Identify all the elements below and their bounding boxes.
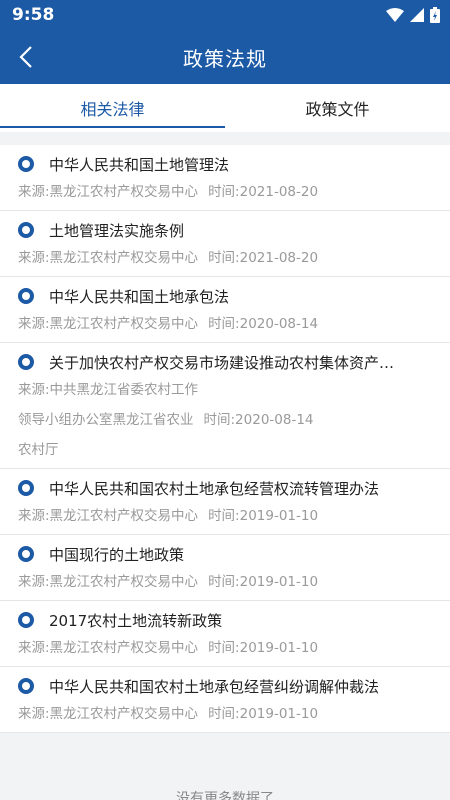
app-bar: 政策法规 (0, 30, 450, 84)
item-meta: 来源:黑龙江农村产权交易中心 时间:2019-01-10 (0, 704, 450, 724)
item-source-line: 领导小组办公室黑龙江省农业 (18, 412, 194, 428)
item-title: 中华人民共和国土地承包法 (49, 287, 230, 306)
item-source-line: 农村厅 (18, 442, 59, 458)
page-title: 政策法规 (183, 47, 267, 71)
bullet-icon (18, 612, 34, 628)
bullet-icon (18, 480, 34, 496)
item-time: 时间:2020-08-14 (208, 316, 319, 332)
bullet-icon (18, 354, 34, 370)
battery-icon (430, 7, 440, 23)
item-time: 时间:2019-01-10 (208, 508, 319, 524)
policy-list: 中华人民共和国土地管理法 来源:黑龙江农村产权交易中心 时间:2021-08-20… (0, 145, 450, 733)
tab-policy-documents[interactable]: 政策文件 (225, 84, 450, 132)
item-meta: 来源:中共黑龙江省委农村工作 (0, 380, 450, 400)
bullet-icon (18, 222, 34, 238)
item-source: 来源:黑龙江农村产权交易中心 (18, 184, 199, 200)
item-time: 时间:2021-08-20 (208, 250, 319, 266)
status-time: 9:58 (12, 5, 55, 25)
wifi-icon (386, 8, 404, 22)
signal-icon (410, 8, 424, 22)
item-meta: 领导小组办公室黑龙江省农业 时间:2020-08-14 (0, 410, 450, 430)
status-bar: 9:58 (0, 0, 450, 30)
bullet-icon (18, 546, 34, 562)
list-item[interactable]: 2017农村土地流转新政策 来源:黑龙江农村产权交易中心 时间:2019-01-1… (0, 601, 450, 667)
list-item[interactable]: 土地管理法实施条例 来源:黑龙江农村产权交易中心 时间:2021-08-20 (0, 211, 450, 277)
item-title: 中国现行的土地政策 (49, 545, 185, 564)
item-meta: 来源:黑龙江农村产权交易中心 时间:2021-08-20 (0, 182, 450, 202)
status-icons (386, 6, 440, 24)
item-source: 来源:黑龙江农村产权交易中心 (18, 640, 199, 656)
item-meta: 来源:黑龙江农村产权交易中心 时间:2019-01-10 (0, 638, 450, 658)
item-time: 时间:2019-01-10 (208, 706, 319, 722)
item-source: 来源:黑龙江农村产权交易中心 (18, 508, 199, 524)
item-source-line: 来源:中共黑龙江省委农村工作 (18, 382, 199, 398)
bullet-icon (18, 288, 34, 304)
item-time: 时间:2019-01-10 (208, 574, 319, 590)
list-item[interactable]: 中华人民共和国农村土地承包经营纠纷调解仲裁法 来源:黑龙江农村产权交易中心 时间:… (0, 667, 450, 733)
item-meta: 来源:黑龙江农村产权交易中心 时间:2019-01-10 (0, 506, 450, 526)
item-meta: 来源:黑龙江农村产权交易中心 时间:2020-08-14 (0, 314, 450, 334)
item-source: 来源:黑龙江农村产权交易中心 (18, 250, 199, 266)
item-title: 2017农村土地流转新政策 (49, 611, 223, 630)
list-item[interactable]: 关于加快农村产权交易市场建设推动农村集体资产… 来源:中共黑龙江省委农村工作 领… (0, 343, 450, 469)
tab-related-laws[interactable]: 相关法律 (0, 84, 225, 132)
item-meta: 农村厅 (0, 440, 450, 460)
item-title: 中华人民共和国农村土地承包经营纠纷调解仲裁法 (49, 677, 380, 696)
bullet-icon (18, 156, 34, 172)
item-meta: 来源:黑龙江农村产权交易中心 时间:2019-01-10 (0, 572, 450, 592)
item-title: 土地管理法实施条例 (49, 221, 185, 240)
list-item[interactable]: 中华人民共和国土地承包法 来源:黑龙江农村产权交易中心 时间:2020-08-14 (0, 277, 450, 343)
item-source: 来源:黑龙江农村产权交易中心 (18, 316, 199, 332)
item-source: 来源:黑龙江农村产权交易中心 (18, 574, 199, 590)
item-source: 来源:黑龙江农村产权交易中心 (18, 706, 199, 722)
item-time: 时间:2021-08-20 (208, 184, 319, 200)
item-time: 时间:2020-08-14 (203, 412, 314, 428)
list-item[interactable]: 中华人民共和国农村土地承包经营权流转管理办法 来源:黑龙江农村产权交易中心 时间:… (0, 469, 450, 535)
item-time: 时间:2019-01-10 (208, 640, 319, 656)
no-more-data-text: 没有更多数据了 (176, 791, 274, 800)
bullet-icon (18, 678, 34, 694)
item-title: 中华人民共和国农村土地承包经营权流转管理办法 (49, 479, 380, 498)
item-meta: 来源:黑龙江农村产权交易中心 时间:2021-08-20 (0, 248, 450, 268)
item-title: 中华人民共和国土地管理法 (49, 155, 230, 174)
list-item[interactable]: 中华人民共和国土地管理法 来源:黑龙江农村产权交易中心 时间:2021-08-20 (0, 145, 450, 211)
list-item[interactable]: 中国现行的土地政策 来源:黑龙江农村产权交易中心 时间:2019-01-10 (0, 535, 450, 601)
tab-bar: 相关法律 政策文件 (0, 84, 450, 132)
item-title: 关于加快农村产权交易市场建设推动农村集体资产… (49, 353, 395, 372)
